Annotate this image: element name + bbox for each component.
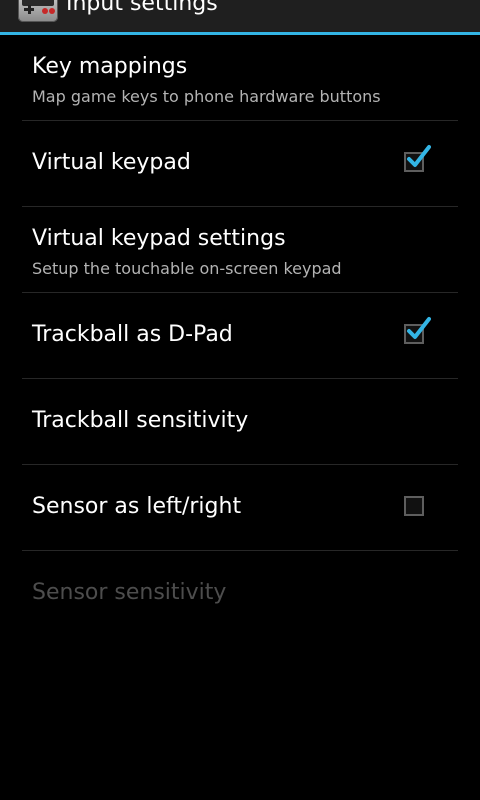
page-title: Input settings [66, 0, 218, 16]
checkmark-icon [407, 317, 431, 339]
pref-key-mappings[interactable]: Key mappings Map game keys to phone hard… [22, 35, 458, 121]
action-bar: Input settings [0, 0, 480, 32]
checkmark-icon [407, 145, 431, 167]
trackball-dpad-checkbox[interactable] [404, 317, 431, 344]
preference-list: Key mappings Map game keys to phone hard… [0, 35, 480, 636]
pref-trackball-sensitivity[interactable]: Trackball sensitivity [22, 379, 458, 465]
pref-title: Trackball sensitivity [32, 408, 249, 433]
virtual-keypad-checkbox[interactable] [404, 145, 431, 172]
pref-title: Key mappings [32, 54, 188, 79]
pref-title: Sensor as left/right [32, 494, 242, 519]
pref-sensor-sensitivity: Sensor sensitivity [22, 551, 458, 636]
pref-title: Sensor sensitivity [32, 580, 227, 605]
pref-virtual-keypad-settings[interactable]: Virtual keypad settings Setup the toucha… [22, 207, 458, 293]
pref-trackball-dpad[interactable]: Trackball as D-Pad [22, 293, 458, 379]
nes-controller-app-icon[interactable] [18, 0, 58, 22]
sensor-left-right-checkbox[interactable] [404, 496, 424, 516]
pref-virtual-keypad[interactable]: Virtual keypad [22, 121, 458, 207]
pref-sensor-left-right[interactable]: Sensor as left/right [22, 465, 458, 551]
pref-title: Virtual keypad [32, 150, 191, 175]
pref-summary: Map game keys to phone hardware buttons [32, 87, 381, 106]
pref-title: Virtual keypad settings [32, 226, 286, 251]
settings-screen: Input settings Key mappings Map game key… [0, 0, 480, 800]
pref-summary: Setup the touchable on-screen keypad [32, 259, 342, 278]
pref-title: Trackball as D-Pad [32, 322, 233, 347]
